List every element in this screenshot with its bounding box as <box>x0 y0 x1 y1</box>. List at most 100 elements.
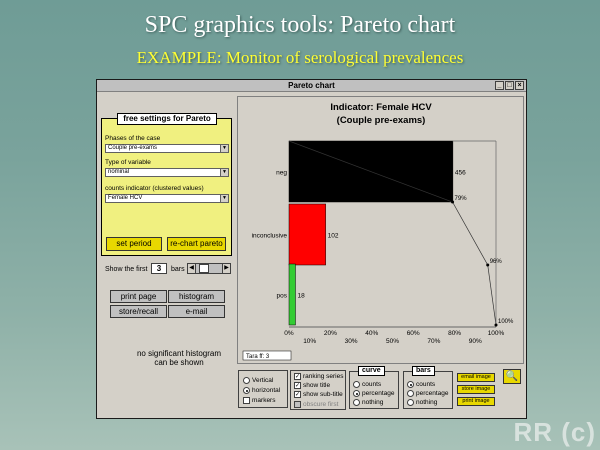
curve-percentage-label: percentage <box>362 390 395 397</box>
bars-percentage-label: percentage <box>416 390 449 397</box>
bars-counts-option[interactable]: counts <box>407 381 435 388</box>
show-title-label: show title <box>303 382 331 389</box>
radio-icon <box>243 377 250 384</box>
bar-pos <box>288 263 296 326</box>
magnifier-icon[interactable]: 🔍 <box>503 369 521 384</box>
curve-group: curve counts percentage nothing <box>349 366 399 409</box>
radio-icon <box>407 399 414 406</box>
rechart-pareto-button[interactable]: re-chart pareto <box>167 237 226 251</box>
close-button[interactable]: × <box>515 81 524 90</box>
maximize-button[interactable]: □ <box>505 81 514 90</box>
watermark: RR (c) <box>513 417 596 447</box>
bar-inconclusive <box>288 203 326 266</box>
cumulative-label-1: 96% <box>490 259 503 265</box>
store-image-button[interactable]: store image <box>457 385 495 394</box>
show-first-value[interactable]: 3 <box>151 263 167 274</box>
bar-value-inconclusive: 102 <box>328 233 339 240</box>
histogram-button[interactable]: histogram <box>168 290 225 303</box>
counts-value: Female HCV <box>108 195 143 201</box>
x-tick-top-0: 0% <box>284 330 294 337</box>
show-subtitle-option[interactable]: ✓ show sub-title <box>294 391 343 398</box>
settings-header: free settings for Pareto <box>117 113 217 125</box>
email-button[interactable]: e-mail <box>168 305 225 318</box>
radio-icon <box>407 390 414 397</box>
x-tick-bottom-1: 30% <box>345 338 358 345</box>
markers-option[interactable]: markers <box>243 397 275 404</box>
x-tick-top-2: 40% <box>365 330 378 337</box>
curve-group-title: curve <box>358 366 385 376</box>
counts-select[interactable]: Female HCV ▼ <box>105 194 229 203</box>
pareto-chart: Indicator: Female HCV (Couple pre-exams) n… <box>242 102 514 361</box>
chart-subtitle: (Couple pre-exams) <box>337 115 426 126</box>
show-first-suffix: bars <box>171 266 185 273</box>
window-titlebar: Pareto chart _ □ × <box>97 80 526 92</box>
checkbox-icon <box>243 397 250 404</box>
total-label: Tara ff: 3 <box>246 354 270 360</box>
show-subtitle-label: show sub-title <box>303 391 343 398</box>
arrow-right-icon[interactable]: ▶ <box>222 264 230 273</box>
x-tick-bottom-2: 50% <box>386 338 399 345</box>
curve-nothing-option[interactable]: nothing <box>353 399 383 406</box>
checkbox-disabled-icon <box>294 401 301 408</box>
type-value: nominal <box>108 169 130 175</box>
radio-selected-icon <box>407 381 414 388</box>
checkbox-checked-icon: ✓ <box>294 373 301 380</box>
horizontal-label: horizontal <box>252 387 281 394</box>
ranking-option[interactable]: ✓ ranking series <box>294 373 343 380</box>
checkbox-checked-icon: ✓ <box>294 382 301 389</box>
vertical-label: Vertical <box>252 377 274 384</box>
show-first-label: Show the first <box>105 266 148 273</box>
chart-area: Indicator: Female HCV (Couple pre-exams) n… <box>237 96 524 364</box>
counts-label: counts indicator (clustered values) <box>105 185 204 192</box>
store-recall-button[interactable]: store/recall <box>110 305 167 318</box>
radio-icon <box>353 399 360 406</box>
x-tick-top-1: 20% <box>324 330 337 337</box>
horizontal-option[interactable]: horizontal <box>243 387 280 394</box>
email-image-button[interactable]: email image <box>457 373 495 382</box>
bars-group: bars counts percentage nothing <box>403 366 453 409</box>
x-tick-top-4: 80% <box>448 330 461 337</box>
markers-label: markers <box>252 397 276 404</box>
radio-icon <box>353 381 360 388</box>
x-tick-top-3: 60% <box>407 330 420 337</box>
bar-value-neg: 456 <box>455 170 466 177</box>
arrow-left-icon[interactable]: ◀ <box>188 264 196 273</box>
obscure-first-label: obscure first <box>303 401 339 408</box>
bars-percentage-option[interactable]: percentage <box>407 390 449 397</box>
x-tick-bottom-3: 70% <box>427 338 440 345</box>
print-image-button[interactable]: print image <box>457 397 495 406</box>
print-page-button[interactable]: print page <box>110 290 167 303</box>
curve-counts-option[interactable]: counts <box>353 381 381 388</box>
x-tick-bottom-4: 90% <box>469 338 482 345</box>
show-title-option[interactable]: ✓ show title <box>294 382 330 389</box>
radio-selected-icon <box>243 387 250 394</box>
scrollbar-thumb[interactable] <box>199 264 209 273</box>
category-label-pos: pos <box>277 293 288 300</box>
curve-percentage-option[interactable]: percentage <box>353 390 395 397</box>
bars-counts-label: counts <box>416 381 436 388</box>
window-title: Pareto chart <box>288 81 335 90</box>
x-tick-bottom-0: 10% <box>303 338 316 345</box>
slide-title: SPC graphics tools: Pareto chart <box>144 12 456 38</box>
phases-select[interactable]: Couple pre-exams ▼ <box>105 144 229 153</box>
curve-counts-label: counts <box>362 381 382 388</box>
radio-selected-icon <box>353 390 360 397</box>
category-label-inconclusive: inconclusive <box>252 233 288 240</box>
orientation-group: Vertical horizontal markers <box>238 370 288 408</box>
set-period-button[interactable]: set period <box>106 237 162 251</box>
obscure-first-option[interactable]: obscure first <box>294 401 338 408</box>
bars-group-title: bars <box>412 366 435 376</box>
x-tick-top-5: 100% <box>488 330 505 337</box>
bars-nothing-label: nothing <box>416 399 438 406</box>
checkbox-checked-icon: ✓ <box>294 391 301 398</box>
ranking-label: ranking series <box>303 373 344 380</box>
bars-nothing-option[interactable]: nothing <box>407 399 437 406</box>
bar-value-pos: 18 <box>297 293 305 300</box>
minimize-button[interactable]: _ <box>495 81 504 90</box>
bars-scrollbar[interactable]: ◀ ▶ <box>187 263 231 274</box>
vertical-option[interactable]: Vertical <box>243 377 273 384</box>
no-histogram-message: no significant histogram can be shown <box>136 349 222 367</box>
phases-label: Phases of the case <box>105 135 161 142</box>
chevron-down-icon: ▼ <box>220 145 228 152</box>
type-select[interactable]: nominal ▼ <box>105 168 229 177</box>
